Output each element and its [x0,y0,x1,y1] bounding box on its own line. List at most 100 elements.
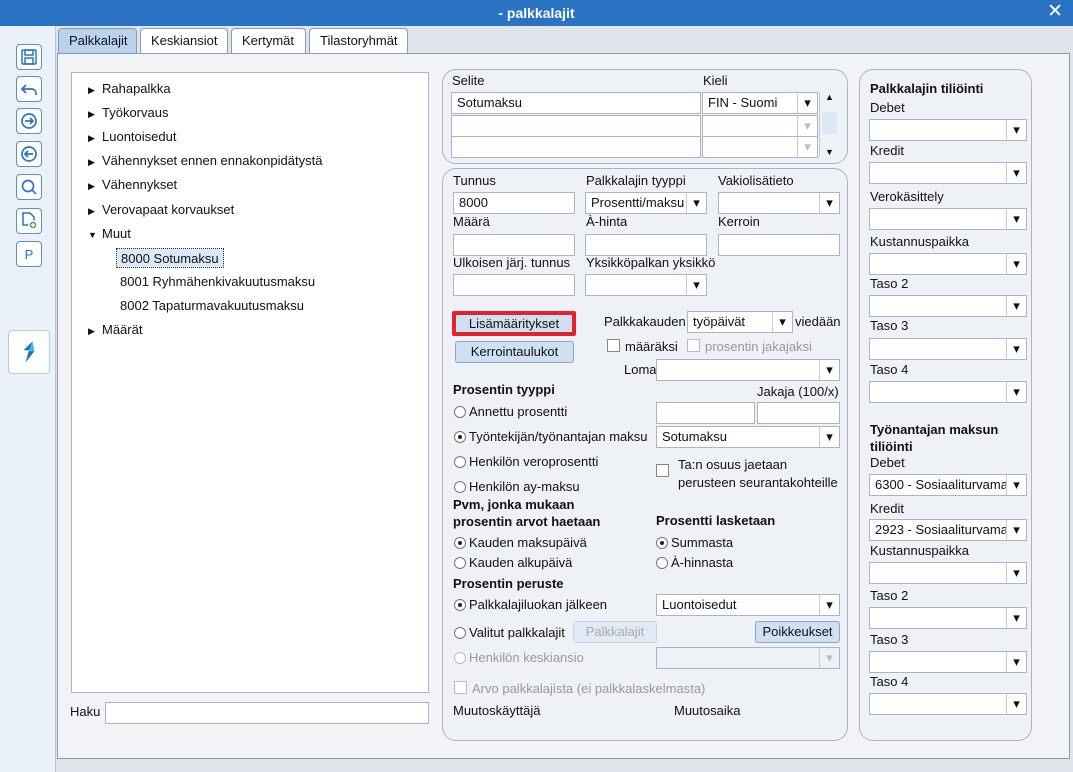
keskiansio-radio[interactable] [454,652,466,664]
taso2-select[interactable]: ▾ [869,295,1027,317]
selite-input-2[interactable] [451,115,701,137]
loma-select[interactable]: ▾ [656,359,840,381]
taso4-select[interactable]: ▾ [869,381,1027,403]
scroll-thumb[interactable] [822,112,837,134]
scroll-up-icon[interactable]: ▲ [820,92,839,102]
verokasittely-select[interactable]: ▾ [869,208,1027,230]
summasta-radio[interactable] [656,537,668,549]
forward-icon[interactable] [16,108,42,134]
tree-child-selected[interactable]: 8000 Sotumaksu [116,248,224,268]
arvo-checkbox[interactable] [454,681,467,694]
tree-child[interactable]: 8002 Tapaturmavakuutusmaksu [120,296,304,316]
kieli-select-2[interactable]: ▾ [702,115,818,137]
close-icon[interactable]: ✕ [1047,2,1063,22]
ulkoinen-input[interactable] [453,274,575,296]
debet-select[interactable]: ▾ [869,119,1027,141]
tree-item[interactable]: ▶ Verovapaat korvaukset [88,200,234,220]
jakajaksi-checkbox[interactable] [687,339,700,352]
palkkalajiluokan-radio[interactable] [454,599,466,611]
chevron-down-icon: ▾ [1006,163,1026,183]
tree-item[interactable]: ▶ Rahapalkka [88,79,171,99]
keskiansio-select[interactable]: ▾ [656,647,840,669]
kauden-alku-radio[interactable] [454,557,466,569]
poikkeukset-button[interactable]: Poikkeukset [755,621,840,643]
kerroin-input[interactable] [718,234,840,256]
prosentti-input[interactable] [656,402,755,424]
loma-label: Loma [624,362,657,377]
ulkoinen-label: Ulkoisen järj. tunnus [453,255,571,270]
palkkalajiluokan-select[interactable]: Luontoisedut ▾ [656,594,840,616]
kerrointaulukot-button[interactable]: Kerrointaulukot [455,341,574,363]
tyontekija-radio[interactable] [454,431,466,443]
tab-kertymat[interactable]: Kertymät [231,28,306,54]
chevron-down-icon: ▼ [88,230,97,240]
yksikko-select[interactable]: ▾ [585,274,707,296]
tab-tilastoryhmat[interactable]: Tilastoryhmät [309,28,408,54]
ay-label: Henkilön ay-maksu [469,479,580,494]
kauden-maksu-radio[interactable] [454,537,466,549]
vero-radio[interactable] [454,456,466,468]
tree-item[interactable]: ▶ Työkorvaus [88,103,168,123]
tree-item[interactable]: ▶ Määrät [88,320,142,340]
vakio-select[interactable]: ▾ [718,192,840,214]
jakajaksi-label: prosentin jakajaksi [705,339,812,354]
annettu-radio[interactable] [454,406,466,418]
taso2b-select[interactable]: ▾ [869,607,1027,629]
taso3b-select[interactable]: ▾ [869,651,1027,673]
taso4b-select[interactable]: ▾ [869,693,1027,715]
tab-palkkalajit[interactable]: Palkkalajit [58,28,137,54]
search-icon[interactable] [16,174,42,200]
ay-radio[interactable] [454,481,466,493]
tree-item[interactable]: ▶ Luontoisedut [88,127,176,147]
kustannuspaikka2-label: Kustannuspaikka [870,543,970,558]
jakaja-input[interactable] [757,402,840,424]
kerroin-label: Kerroin [718,214,760,229]
undo-icon[interactable] [16,76,42,102]
kieli-select[interactable]: FIN - Suomi ▾ [702,92,818,114]
taos-checkbox[interactable] [656,464,669,477]
maara-input[interactable] [453,234,575,256]
chevron-down-icon: ▾ [1006,608,1026,628]
palkkakauden-label: Palkkakauden [604,314,686,329]
lisamaaritykset-button[interactable]: Lisämääritykset [452,311,576,336]
tunnus-input[interactable]: 8000 [453,192,575,214]
selite-input[interactable]: Sotumaksu [451,92,701,114]
valitut-radio[interactable] [454,627,466,639]
new-document-icon[interactable] [16,208,42,234]
tree-item[interactable]: ▶ Vähennykset [88,175,177,195]
kustannuspaikka2-select[interactable]: ▾ [869,562,1027,584]
kredit2-select[interactable]: 2923 - Sosiaaliturvamaksut ▾ [869,519,1027,541]
search-input[interactable] [105,702,429,724]
keskiansio-label: Henkilön keskiansio [469,650,584,665]
tab-keskiansiot[interactable]: Keskiansiot [140,28,228,54]
palkkakauden-select[interactable]: työpäivät ▾ [687,311,793,333]
kredit-select[interactable]: ▾ [869,162,1027,184]
maaraksi-checkbox[interactable] [607,339,620,352]
ahinnasta-radio[interactable] [656,557,668,569]
back-icon[interactable] [16,141,42,167]
kieli-select-3[interactable]: ▾ [702,136,818,158]
chevron-down-icon: ▾ [819,193,839,213]
tree-child[interactable]: 8001 Ryhmähenkivakuutusmaksu [120,272,315,292]
ahinta-input[interactable] [585,234,707,256]
taso3-select[interactable]: ▾ [869,338,1027,360]
selite-input-3[interactable] [451,136,701,158]
debet2-label: Debet [870,455,905,470]
app-logo-icon[interactable] [8,330,50,374]
chevron-down-icon: ▾ [686,275,706,295]
tree-item[interactable]: ▼ Muut [88,224,131,244]
save-icon[interactable] [16,44,42,70]
tree-item[interactable]: ▶ Vähennykset ennen ennakonpidätystä [88,151,322,171]
selite-scrollbar[interactable]: ▲ ▼ [819,92,839,157]
title-bar: - palkkalajit ✕ [0,0,1073,26]
chevron-right-icon: ▶ [88,181,95,191]
tyyppi-select[interactable]: Prosentti/maksu ▾ [585,192,707,214]
scroll-down-icon[interactable]: ▼ [820,147,839,157]
kustannuspaikka-select[interactable]: ▾ [869,253,1027,275]
palkkalajit-button[interactable]: Palkkalajit [573,621,657,643]
kieli-label: Kieli [703,73,728,88]
debet2-select[interactable]: 6300 - Sosiaaliturvamaksut ▾ [869,474,1027,496]
chevron-down-icon: ▾ [1006,120,1026,140]
p-icon[interactable]: P [16,241,42,267]
tyontekija-select[interactable]: Sotumaksu ▾ [656,426,840,448]
